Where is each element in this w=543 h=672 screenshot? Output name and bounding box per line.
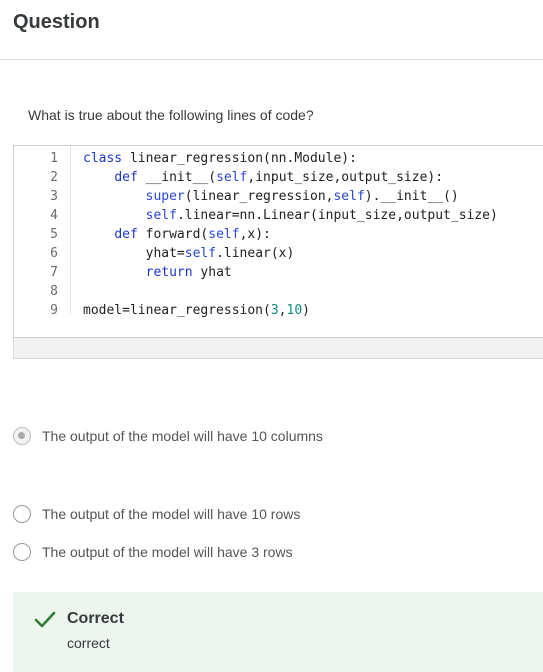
code-line: model=linear_regression(3,10) [83, 301, 310, 320]
page-header: Question [0, 0, 543, 60]
answer-option-label: The output of the model will have 10 col… [42, 428, 323, 444]
answer-option-label: The output of the model will have 3 rows [42, 544, 293, 560]
code-token: ,input_size,output_size): [247, 170, 444, 185]
code-token: ) [302, 303, 310, 318]
line-number: 9 [50, 303, 58, 318]
code-token: yhat= [83, 246, 185, 261]
code-line: yhat=self.linear(x) [83, 244, 295, 263]
code-token: 3 [270, 303, 279, 318]
code-token: self [184, 246, 217, 261]
feedback-panel: Correct correct [13, 592, 543, 672]
feedback-title: Correct [67, 610, 124, 627]
radio-button[interactable] [13, 543, 31, 561]
code-token: yhat [192, 265, 232, 280]
code-line: return yhat [83, 263, 232, 282]
page-title: Question [13, 11, 100, 33]
code-editor-footer [13, 338, 543, 359]
code-token: 10 [286, 303, 303, 318]
code-token: def [114, 170, 138, 185]
code-token: self [208, 227, 240, 242]
code-line: def forward(self,x): [83, 225, 271, 244]
line-number: 7 [50, 265, 58, 280]
code-token: forward( [137, 227, 209, 242]
line-number: 1 [50, 151, 58, 166]
code-token: self [145, 208, 177, 223]
radio-button[interactable] [13, 505, 31, 523]
answer-option-2[interactable]: The output of the model will have 10 row… [13, 503, 300, 525]
code-token: super [145, 189, 185, 204]
code-token: .linear=nn.Linear(input_size,output_size… [176, 208, 498, 223]
code-token: , [278, 303, 287, 318]
line-number: 5 [50, 227, 58, 242]
radio-button[interactable] [13, 427, 31, 445]
line-number: 6 [50, 246, 58, 261]
code-token: def [114, 227, 138, 242]
code-token: (linear_regression, [184, 189, 334, 204]
code-token: __init__( [137, 170, 217, 185]
answer-option-3[interactable]: The output of the model will have 3 rows [13, 541, 293, 563]
answer-option-1[interactable]: The output of the model will have 10 col… [13, 425, 323, 447]
code-line: self.linear=nn.Linear(input_size,output_… [83, 206, 498, 225]
code-token: return [145, 265, 193, 280]
code-line: class linear_regression(nn.Module): [83, 149, 357, 168]
code-editor[interactable]: 1 2 3 4 5 6 7 8 9 class linear_regression(nn.Mod… [13, 145, 543, 338]
feedback-text: correct [67, 635, 110, 651]
line-number: 2 [50, 170, 58, 185]
code-token: model=linear_regression( [83, 303, 271, 318]
answer-option-label: The output of the model will have 10 row… [42, 506, 301, 522]
code-token: self [216, 170, 248, 185]
question-prompt: What is true about the following lines o… [28, 107, 314, 123]
code-token: ,x): [239, 227, 271, 242]
code-token: self [333, 189, 365, 204]
code-token: class [83, 151, 123, 166]
line-number: 3 [50, 189, 58, 204]
line-number: 4 [50, 208, 58, 223]
code-line: super(linear_regression,self).__init__() [83, 187, 459, 206]
line-number-gutter: 1 2 3 4 5 6 7 8 9 [14, 146, 71, 318]
code-token: .linear(x) [216, 246, 295, 261]
checkmark-icon [34, 611, 56, 628]
code-token: ).__init__() [364, 189, 459, 204]
code-token: linear_regression(nn.Module): [122, 151, 357, 166]
code-line: def __init__(self,input_size,output_size… [83, 168, 443, 187]
line-number: 8 [50, 284, 58, 299]
